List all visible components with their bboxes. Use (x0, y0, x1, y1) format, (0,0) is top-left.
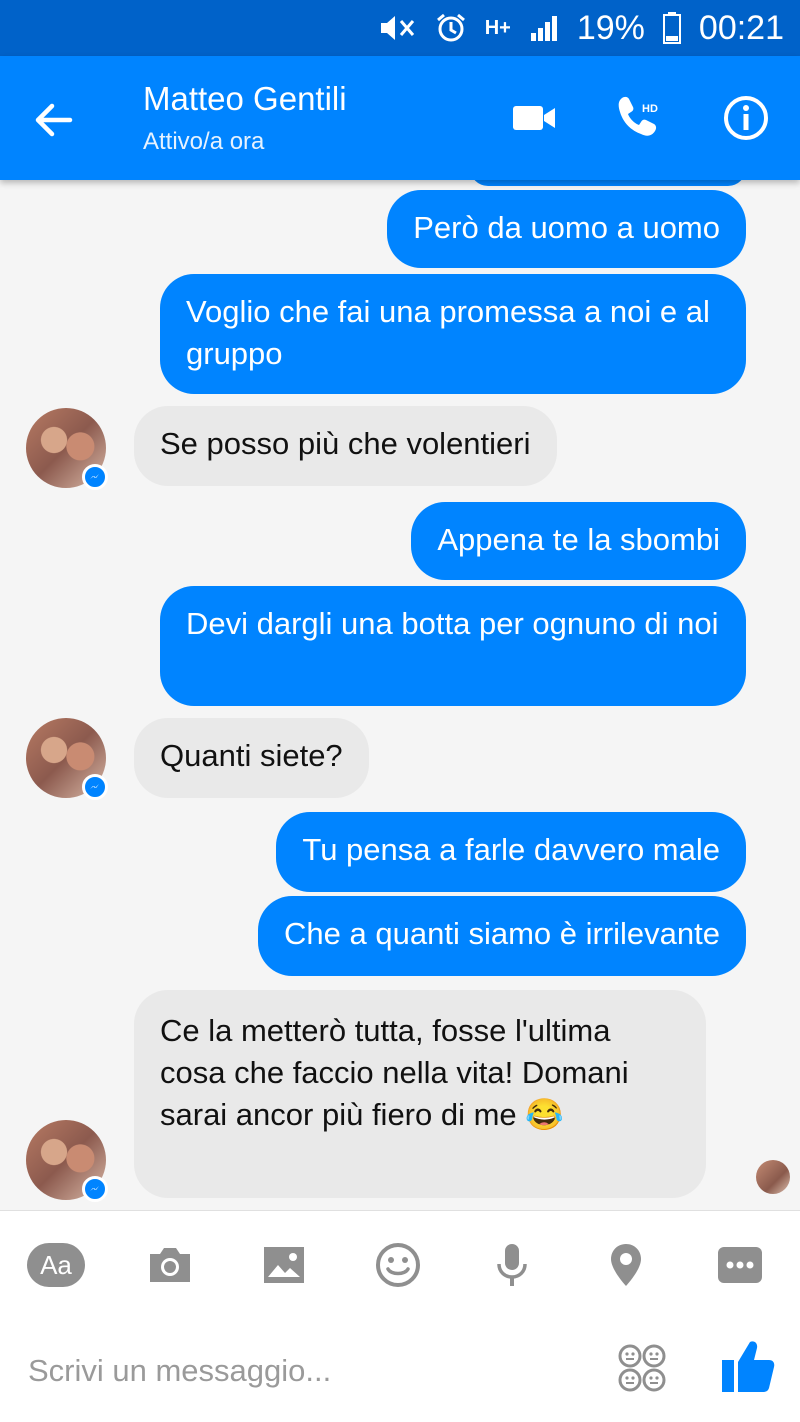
messenger-badge-icon (82, 1176, 108, 1202)
message-incoming[interactable]: Quanti siete? (134, 718, 369, 798)
text-button-label: Aa (40, 1249, 72, 1280)
smiley-icon (376, 1243, 420, 1287)
stickers-icon (618, 1344, 666, 1392)
camera-icon (150, 1248, 190, 1282)
contact-name[interactable]: Matteo Gentili (143, 80, 347, 118)
thumbs-up-icon (722, 1341, 775, 1392)
composer-toolbar: Aa (0, 1210, 800, 1317)
message-incoming[interactable]: Ce la metterò tutta, fosse l'ultima cosa… (134, 990, 706, 1198)
battery-percent: 19% (576, 8, 645, 47)
contact-avatar[interactable] (26, 408, 108, 490)
active-status: Attivo/a ora (143, 128, 265, 155)
video-call-button[interactable] (508, 92, 560, 144)
composer (0, 1316, 800, 1422)
more-button[interactable] (710, 1235, 770, 1295)
info-button[interactable] (720, 92, 772, 144)
stickers-button[interactable] (616, 1342, 668, 1394)
clock: 00:21 (698, 8, 784, 47)
messenger-badge-icon (82, 774, 108, 800)
arrow-left-icon (35, 103, 73, 137)
message-outgoing[interactable]: Appena te la sbombi (411, 502, 746, 580)
camera-button[interactable] (140, 1235, 200, 1295)
text-button[interactable]: Aa (26, 1235, 86, 1295)
message-incoming[interactable]: Se posso più che volentieri (134, 406, 557, 486)
like-button[interactable] (720, 1336, 776, 1396)
message-outgoing[interactable]: Che a quanti siamo è irrilevante (258, 896, 746, 976)
svg-text:HD: HD (642, 103, 658, 115)
alarm-icon (435, 12, 467, 44)
message-bubble-partial (470, 180, 746, 186)
more-dots-icon (718, 1247, 762, 1283)
text-aa-icon: Aa (27, 1243, 85, 1287)
video-camera-icon (513, 106, 555, 130)
network-type: H+ (484, 16, 511, 39)
microphone-icon (497, 1244, 527, 1286)
contact-avatar[interactable] (26, 1120, 108, 1202)
contact-avatar[interactable] (26, 718, 108, 800)
location-pin-icon (611, 1244, 641, 1286)
mute-icon (377, 13, 417, 43)
battery-icon (662, 12, 681, 44)
emoji-button[interactable] (368, 1235, 428, 1295)
message-outgoing[interactable]: Voglio che fai una promessa a noi e al g… (160, 274, 746, 394)
message-outgoing[interactable]: Tu pensa a farle davvero male (276, 812, 746, 892)
messenger-badge-icon (82, 464, 108, 490)
message-outgoing[interactable]: Devi dargli una botta per ognuno di noi (160, 586, 746, 706)
back-button[interactable] (30, 96, 78, 144)
location-button[interactable] (596, 1235, 656, 1295)
voice-message-button[interactable] (482, 1235, 542, 1295)
message-input[interactable] (26, 1346, 590, 1396)
signal-icon (529, 13, 559, 43)
message-list[interactable]: Però da uomo a uomo Voglio che fai una p… (0, 180, 800, 1210)
status-bar: H+ 19% 00:21 (0, 0, 800, 56)
gallery-button[interactable] (254, 1235, 314, 1295)
info-icon (724, 96, 768, 140)
voice-call-button[interactable]: HD (612, 92, 664, 144)
image-icon (264, 1247, 304, 1283)
phone-hd-icon: HD (618, 96, 658, 136)
seen-indicator-avatar (756, 1160, 790, 1194)
message-outgoing[interactable]: Però da uomo a uomo (387, 190, 746, 268)
conversation-header: Matteo Gentili Attivo/a ora HD (0, 56, 800, 180)
